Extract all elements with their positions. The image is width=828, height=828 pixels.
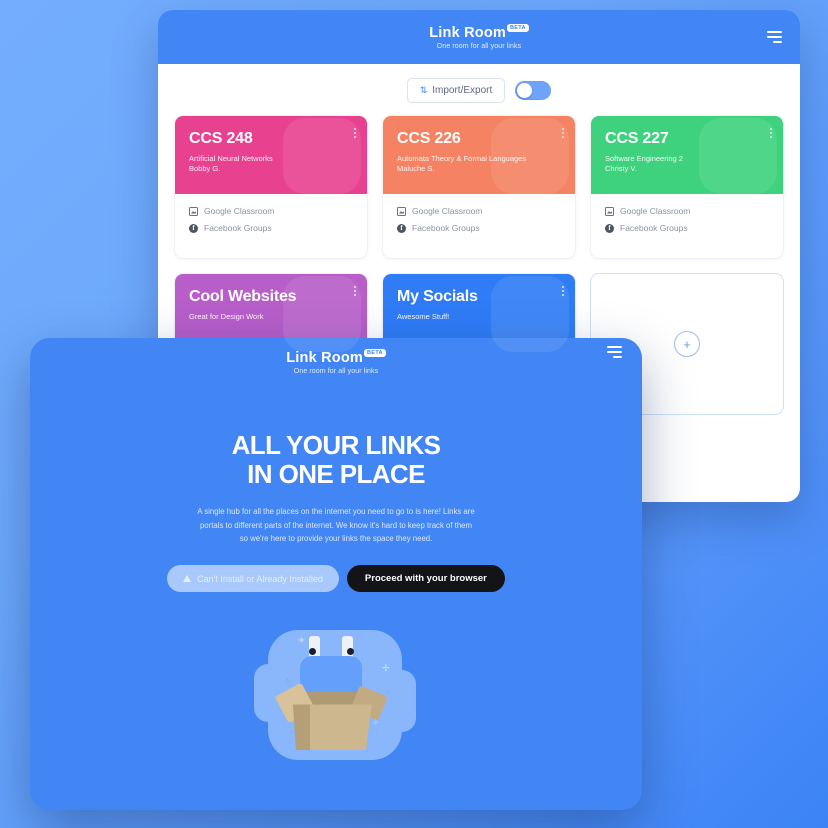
link-card[interactable]: CCS 227 Software Engineering 2 Christy V… (590, 115, 784, 259)
card-title: My Socials (397, 288, 478, 305)
card-subtitle: Great for Design Work (189, 312, 264, 321)
proceed-with-browser-button[interactable]: Proceed with your browser (346, 565, 505, 593)
card-link-list: Google Classroom f Facebook Groups (175, 194, 367, 258)
hamburger-line (767, 31, 782, 33)
toggle-knob (517, 83, 533, 98)
card-title: CCS 248 (189, 130, 253, 147)
link-card[interactable]: CCS 248 Artificial Neural Networks Bobby… (174, 115, 368, 259)
overlay-tagline: One room for all your links (293, 368, 379, 375)
facebook-icon: f (605, 223, 614, 233)
beta-badge: BETA (506, 23, 529, 32)
facebook-icon: f (397, 223, 406, 233)
card-banner: CCS 227 Software Engineering 2 Christy V… (591, 116, 783, 194)
card-menu-icon[interactable] (562, 128, 564, 138)
brand-name: Link Room (429, 24, 506, 41)
overlay-brand-name: Link Room (286, 350, 363, 366)
card-subtitle: Software Engineering 2 (605, 154, 683, 163)
onboarding-overlay: Link Room BETA One room for all your lin… (30, 338, 642, 810)
hero-body-text: A single hub for all the places on the i… (197, 507, 475, 544)
brand: Link Room BETA (429, 23, 529, 41)
card-link-list: Google Classroom f Facebook Groups (591, 194, 783, 258)
card-title: CCS 226 (397, 130, 461, 147)
card-subtitle: Artificial Neural Networks (189, 154, 273, 163)
link-item[interactable]: Google Classroom (397, 206, 561, 216)
google-classroom-icon (397, 206, 406, 216)
link-label: Google Classroom (412, 206, 483, 216)
card-menu-icon[interactable] (354, 128, 356, 138)
brand-tagline: One room for all your links (436, 42, 522, 50)
link-item[interactable]: Google Classroom (189, 206, 353, 216)
hero-headline-line1: ALL YOUR LINKS (231, 430, 441, 460)
card-banner: CCS 248 Artificial Neural Networks Bobby… (175, 116, 367, 194)
plus-icon[interactable]: + (674, 331, 700, 357)
link-item[interactable]: f Facebook Groups (605, 223, 769, 233)
sparkle-icon: ✦ (297, 635, 307, 648)
card-menu-icon[interactable] (562, 286, 564, 296)
toolbar: ⇅ Import/Export (158, 64, 800, 115)
hamburger-line (613, 356, 622, 358)
card-title: CCS 227 (605, 130, 669, 147)
sparkle-icon: ✢ (284, 677, 291, 687)
link-item[interactable]: f Facebook Groups (189, 223, 353, 233)
card-menu-icon[interactable] (354, 286, 356, 296)
import-export-button[interactable]: ⇅ Import/Export (406, 78, 506, 103)
link-label: Google Classroom (620, 206, 691, 216)
view-toggle-switch[interactable] (515, 81, 552, 100)
overlay-beta-badge: BETA (363, 349, 386, 357)
link-item[interactable]: Google Classroom (605, 206, 769, 216)
overlay-hamburger-menu-icon[interactable] (607, 346, 622, 358)
card-link-list: Google Classroom f Facebook Groups (383, 194, 575, 258)
card-menu-icon[interactable] (770, 128, 772, 138)
link-label: Facebook Groups (620, 223, 688, 233)
hero-headline-line2: IN ONE PLACE (247, 459, 425, 490)
facebook-icon: f (189, 223, 198, 233)
import-export-label: Import/Export (432, 85, 493, 96)
google-classroom-icon (605, 206, 614, 216)
cant-install-button[interactable]: Can't Install or Already Installed (167, 565, 339, 593)
import-export-arrows-icon: ⇅ (419, 85, 428, 95)
sparkle-icon: ✢ (382, 663, 390, 674)
card-title: Cool Websites (189, 288, 297, 305)
link-label: Google Classroom (204, 206, 275, 216)
card-banner: CCS 226 Automata Theory & Formal Languag… (383, 116, 575, 194)
hamburger-line (767, 36, 782, 38)
hero-section: ALL YOUR LINKS IN ONE PLACE A single hub… (30, 430, 642, 770)
warning-triangle-icon (183, 575, 192, 583)
google-classroom-icon (189, 206, 198, 216)
card-subtitle: Awesome Stuff! (397, 312, 450, 321)
hamburger-line (607, 346, 622, 348)
cant-install-label: Can't Install or Already Installed (197, 573, 323, 584)
robot-plug-in-box-illustration: ✦ ✢ ✢ ✦ (254, 620, 416, 770)
card-subtitle: Automata Theory & Formal Languages (397, 154, 527, 163)
sparkle-icon: ✦ (370, 715, 381, 731)
app-header: Link Room BETA One room for all your lin… (158, 10, 800, 64)
hamburger-line (773, 41, 782, 43)
overlay-brand: Link Room BETA (286, 349, 386, 366)
link-label: Facebook Groups (204, 223, 272, 233)
hamburger-menu-icon[interactable] (767, 31, 782, 43)
link-item[interactable]: f Facebook Groups (397, 223, 561, 233)
hero-actions: Can't Install or Already Installed Proce… (30, 565, 642, 593)
hamburger-line (607, 351, 622, 353)
link-label: Facebook Groups (412, 223, 480, 233)
link-card[interactable]: CCS 226 Automata Theory & Formal Languag… (382, 115, 576, 259)
